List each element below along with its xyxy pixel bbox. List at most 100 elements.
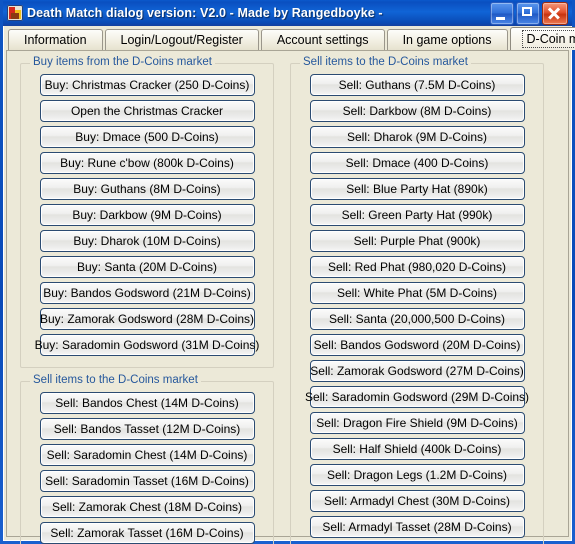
tab-label: In game options xyxy=(402,33,492,47)
market-button-label: Sell: Green Party Hat (990k) xyxy=(341,208,493,222)
market-button[interactable]: Sell: Dmace (400 D-Coins) xyxy=(309,152,525,174)
market-button[interactable]: Buy: Rune c'bow (800k D-Coins) xyxy=(39,152,255,174)
market-button[interactable]: Buy: Santa (20M D-Coins) xyxy=(39,256,255,278)
app-icon xyxy=(7,5,23,21)
market-button-label: Buy: Dharok (10M D-Coins) xyxy=(73,234,221,248)
market-button-label: Buy: Santa (20M D-Coins) xyxy=(76,260,218,274)
window-title: Death Match dialog version: V2.0 - Made … xyxy=(27,6,383,20)
group-buy-items-title: Buy items from the D-Coins market xyxy=(30,56,215,68)
tab-login-logout-register[interactable]: Login/Logout/Register xyxy=(104,29,259,50)
tab-d-coin-market[interactable]: D-Coin market xyxy=(509,27,575,50)
market-button[interactable]: Sell: Bandos Chest (14M D-Coins) xyxy=(39,392,255,414)
market-button[interactable]: Buy: Saradomin Godsword (31M D-Coins) xyxy=(35,334,259,356)
market-button-label: Sell: Bandos Tasset (12M D-Coins) xyxy=(53,422,241,436)
market-button[interactable]: Sell: Half Shield (400k D-Coins) xyxy=(309,438,525,460)
market-button[interactable]: Buy: Dmace (500 D-Coins) xyxy=(39,126,255,148)
market-button[interactable]: Sell: White Phat (5M D-Coins) xyxy=(309,282,525,304)
market-button-label: Buy: Guthans (8M D-Coins) xyxy=(73,182,221,196)
client-area: Information Login/Logout/Register Account … xyxy=(3,26,575,544)
tab-label: Login/Logout/Register xyxy=(120,33,243,47)
group-sell-items-right-body: Sell: Guthans (7.5M D-Coins) Sell: Darkbo… xyxy=(291,74,543,538)
market-button[interactable]: Sell: Armadyl Chest (30M D-Coins) xyxy=(309,490,525,512)
market-button-label: Sell: Saradomin Chest (14M D-Coins) xyxy=(46,448,248,462)
market-button[interactable]: Sell: Saradomin Tasset (16M D-Coins) xyxy=(39,470,255,492)
market-button-label: Sell: Red Phat (980,020 D-Coins) xyxy=(327,260,507,274)
market-button-label: Sell: Dragon Legs (1.2M D-Coins) xyxy=(326,468,508,482)
market-button[interactable]: Sell: Purple Phat (900k) xyxy=(309,230,525,252)
market-button[interactable]: Sell: Guthans (7.5M D-Coins) xyxy=(309,74,525,96)
market-button[interactable]: Open the Christmas Cracker xyxy=(39,100,255,122)
group-sell-items-left-title: Sell items to the D-Coins market xyxy=(30,374,201,386)
market-button-label: Buy: Saradomin Godsword (31M D-Coins) xyxy=(34,338,260,352)
market-button-label: Sell: White Phat (5M D-Coins) xyxy=(336,286,498,300)
market-button[interactable]: Sell: Bandos Godsword (20M D-Coins) xyxy=(309,334,525,356)
tab-in-game-options[interactable]: In game options xyxy=(386,29,508,50)
market-button-label: Sell: Half Shield (400k D-Coins) xyxy=(332,442,502,456)
market-button-label: Sell: Purple Phat (900k) xyxy=(353,234,481,248)
market-button-label: Buy: Darkbow (9M D-Coins) xyxy=(72,208,222,222)
group-sell-items-left: Sell items to the D-Coins market Sell: B… xyxy=(20,374,274,544)
market-button[interactable]: Sell: Blue Party Hat (890k) xyxy=(309,178,525,200)
market-button-label: Buy: Zamorak Godsword (28M D-Coins) xyxy=(39,312,255,326)
market-button-label: Buy: Bandos Godsword (21M D-Coins) xyxy=(43,286,251,300)
market-button[interactable]: Buy: Bandos Godsword (21M D-Coins) xyxy=(39,282,255,304)
market-button[interactable]: Sell: Dragon Legs (1.2M D-Coins) xyxy=(309,464,525,486)
group-sell-items-left-body: Sell: Bandos Chest (14M D-Coins) Sell: Ba… xyxy=(21,392,273,544)
group-sell-items-right-title: Sell items to the D-Coins market xyxy=(300,56,471,68)
market-button[interactable]: Buy: Zamorak Godsword (28M D-Coins) xyxy=(39,308,255,330)
market-button[interactable]: Sell: Green Party Hat (990k) xyxy=(309,204,525,226)
market-button-label: Open the Christmas Cracker xyxy=(70,104,224,118)
market-button[interactable]: Sell: Zamorak Chest (18M D-Coins) xyxy=(39,496,255,518)
market-button-label: Buy: Rune c'bow (800k D-Coins) xyxy=(60,156,234,170)
minimize-button[interactable] xyxy=(490,1,514,25)
market-button[interactable]: Sell: Saradomin Godsword (29M D-Coins) xyxy=(305,386,529,408)
tab-strip: Information Login/Logout/Register Account … xyxy=(4,26,575,50)
market-button-label: Sell: Dmace (400 D-Coins) xyxy=(345,156,489,170)
market-button[interactable]: Sell: Saradomin Chest (14M D-Coins) xyxy=(39,444,255,466)
market-button-label: Sell: Armadyl Tasset (28M D-Coins) xyxy=(322,520,512,534)
market-button-label: Sell: Dharok (9M D-Coins) xyxy=(346,130,488,144)
maximize-button[interactable] xyxy=(516,1,540,25)
close-button[interactable] xyxy=(542,1,568,25)
market-button[interactable]: Sell: Armadyl Tasset (28M D-Coins) xyxy=(309,516,525,538)
group-sell-items-right: Sell items to the D-Coins market Sell: G… xyxy=(290,56,544,544)
tab-page-d-coin-market: Buy items from the D-Coins market Buy: C… xyxy=(6,50,569,544)
market-button-label: Buy: Christmas Cracker (250 D-Coins) xyxy=(44,78,250,92)
tab-label: Information xyxy=(24,33,87,47)
market-button[interactable]: Sell: Bandos Tasset (12M D-Coins) xyxy=(39,418,255,440)
window-controls xyxy=(490,1,570,25)
market-button-label: Sell: Saradomin Tasset (16M D-Coins) xyxy=(45,474,249,488)
market-button[interactable]: Sell: Zamorak Godsword (27M D-Coins) xyxy=(309,360,525,382)
tab-label: Account settings xyxy=(276,33,369,47)
market-button-label: Sell: Santa (20,000,500 D-Coins) xyxy=(328,312,506,326)
market-button-label: Sell: Dragon Fire Shield (9M D-Coins) xyxy=(316,416,518,430)
market-button-label: Sell: Darkbow (8M D-Coins) xyxy=(342,104,492,118)
market-button[interactable]: Buy: Christmas Cracker (250 D-Coins) xyxy=(39,74,255,96)
market-button-label: Sell: Saradomin Godsword (29M D-Coins) xyxy=(304,390,530,404)
market-button[interactable]: Buy: Dharok (10M D-Coins) xyxy=(39,230,255,252)
market-button-label: Sell: Zamorak Chest (18M D-Coins) xyxy=(51,500,243,514)
market-button[interactable]: Sell: Santa (20,000,500 D-Coins) xyxy=(309,308,525,330)
market-button-label: Sell: Zamorak Godsword (27M D-Coins) xyxy=(310,364,524,378)
group-buy-items-body: Buy: Christmas Cracker (250 D-Coins) Open… xyxy=(21,74,273,356)
tab-account-settings[interactable]: Account settings xyxy=(260,29,385,50)
market-button-label: Sell: Bandos Chest (14M D-Coins) xyxy=(55,396,239,410)
market-button[interactable]: Sell: Dragon Fire Shield (9M D-Coins) xyxy=(309,412,525,434)
application-window: Death Match dialog version: V2.0 - Made … xyxy=(0,0,575,544)
market-button-label: Sell: Zamorak Tasset (16M D-Coins) xyxy=(50,526,244,540)
tab-label: D-Coin market xyxy=(521,30,575,48)
market-button-label: Buy: Dmace (500 D-Coins) xyxy=(75,130,219,144)
market-button[interactable]: Sell: Red Phat (980,020 D-Coins) xyxy=(309,256,525,278)
market-button-label: Sell: Blue Party Hat (890k) xyxy=(346,182,488,196)
tab-information[interactable]: Information xyxy=(8,29,103,50)
market-button[interactable]: Sell: Dharok (9M D-Coins) xyxy=(309,126,525,148)
market-button-label: Sell: Bandos Godsword (20M D-Coins) xyxy=(313,338,521,352)
market-button-label: Sell: Guthans (7.5M D-Coins) xyxy=(338,78,496,92)
title-bar: Death Match dialog version: V2.0 - Made … xyxy=(3,0,572,26)
market-button[interactable]: Sell: Zamorak Tasset (16M D-Coins) xyxy=(39,522,255,544)
market-button[interactable]: Buy: Guthans (8M D-Coins) xyxy=(39,178,255,200)
group-buy-items: Buy items from the D-Coins market Buy: C… xyxy=(20,56,274,368)
market-button[interactable]: Sell: Darkbow (8M D-Coins) xyxy=(309,100,525,122)
market-button[interactable]: Buy: Darkbow (9M D-Coins) xyxy=(39,204,255,226)
market-button-label: Sell: Armadyl Chest (30M D-Coins) xyxy=(323,494,511,508)
